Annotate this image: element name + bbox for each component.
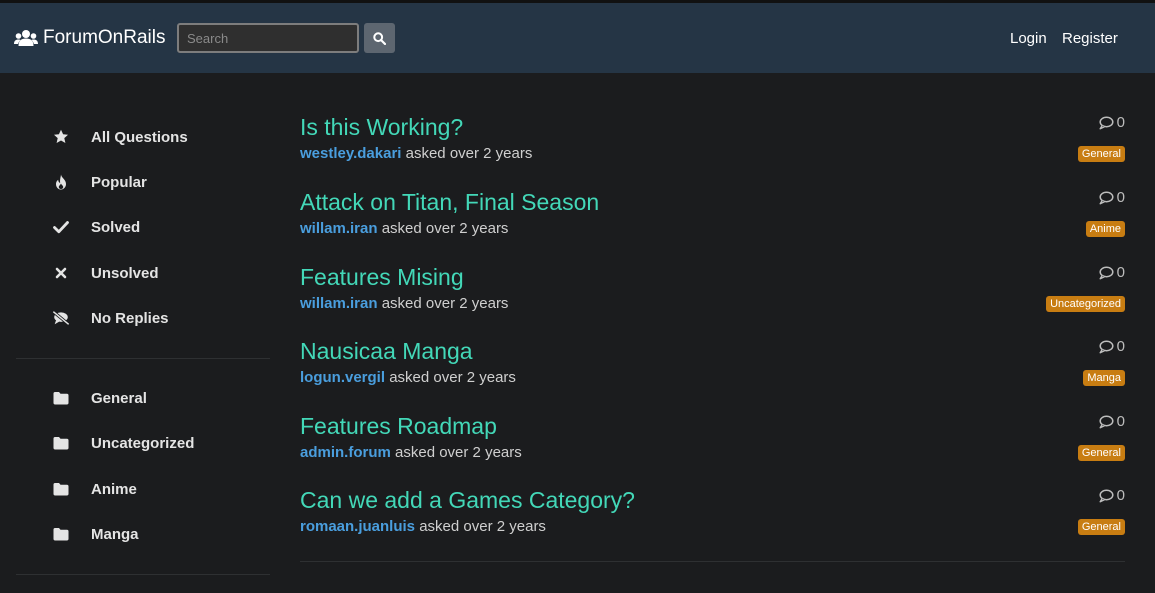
sidebar-divider [16,574,270,575]
sidebar-item-popular[interactable]: Popular [52,172,147,192]
question-meta: logun.vergil asked over 2 years [300,369,516,386]
users-icon [14,30,38,46]
question-title[interactable]: Attack on Titan, Final Season [300,189,599,216]
reply-count-value: 0 [1116,413,1125,430]
question-age: asked over 2 years [419,518,546,535]
comment-slash-icon [52,309,70,327]
sidebar-item-label: Popular [91,173,147,191]
question-title[interactable]: Features Mising [300,264,464,291]
question-meta: westley.dakari asked over 2 years [300,145,532,162]
brand-name: ForumOnRails [43,27,166,48]
reply-count: 0 [1098,114,1125,131]
sidebar-item-label: No Replies [91,309,169,327]
reply-count-value: 0 [1116,338,1125,355]
question-author[interactable]: logun.vergil [300,369,385,386]
comment-icon [1099,340,1114,353]
folder-icon [52,434,70,452]
search-button[interactable] [364,23,395,53]
reply-count-value: 0 [1116,264,1125,281]
check-icon [52,218,70,236]
question-meta: admin.forum asked over 2 years [300,444,522,461]
search-input[interactable] [177,23,359,53]
question-item: Features Roadmap admin.forum asked over … [300,413,1125,473]
sidebar-item-general[interactable]: General [52,388,147,408]
question-age: asked over 2 years [381,220,509,237]
sidebar-item-manga[interactable]: Manga [52,524,139,544]
question-title[interactable]: Can we add a Games Category? [300,487,635,514]
star-icon [52,128,70,146]
times-icon [52,264,70,282]
folder-icon [52,525,70,543]
sidebar-divider [16,358,270,359]
sidebar-item-label: Uncategorized [91,434,195,452]
question-meta: willam.iran asked over 2 years [300,295,508,312]
comment-icon [1099,266,1114,279]
question-item: Nausicaa Manga logun.vergil asked over 2… [300,338,1125,398]
sidebar-item-label: Anime [91,480,137,498]
reply-count: 0 [1098,487,1125,504]
sidebar-item-label: All Questions [91,128,188,146]
search-icon [373,31,386,45]
question-age: asked over 2 years [395,444,522,461]
category-badge[interactable]: General [1077,519,1125,535]
folder-icon [52,389,70,407]
category-badge[interactable]: Anime [1085,221,1125,237]
sidebar-item-anime[interactable]: Anime [52,479,137,499]
question-author[interactable]: willam.iran [300,220,378,237]
fire-icon [52,173,70,191]
sidebar-item-label: General [91,389,147,407]
navbar: ForumOnRails Login Register [0,3,1155,73]
brand[interactable]: ForumOnRails [14,27,165,49]
comment-icon [1099,415,1114,428]
question-author[interactable]: admin.forum [300,444,391,461]
sidebar-item-unsolved[interactable]: Unsolved [52,263,159,283]
reply-count-value: 0 [1116,487,1125,504]
reply-count: 0 [1098,264,1125,281]
question-item: Can we add a Games Category? romaan.juan… [300,487,1125,547]
question-meta: willam.iran asked over 2 years [300,220,508,237]
login-link[interactable]: Login [1010,30,1047,47]
question-title[interactable]: Is this Working? [300,114,463,141]
reply-count: 0 [1098,338,1125,355]
category-badge[interactable]: Manga [1083,370,1125,386]
reply-count: 0 [1098,413,1125,430]
comment-icon [1099,489,1114,502]
category-badge[interactable]: General [1077,445,1125,461]
comment-icon [1099,116,1114,129]
question-author[interactable]: willam.iran [300,295,378,312]
reply-count-value: 0 [1116,189,1125,206]
question-title[interactable]: Nausicaa Manga [300,338,473,365]
list-divider [300,561,1125,562]
question-item: Attack on Titan, Final Season willam.ira… [300,189,1125,249]
comment-icon [1099,191,1114,204]
question-author[interactable]: romaan.juanluis [300,518,415,535]
reply-count-value: 0 [1116,114,1125,131]
sidebar-item-label: Unsolved [91,264,159,282]
question-title[interactable]: Features Roadmap [300,413,497,440]
question-item: Is this Working? westley.dakari asked ov… [300,114,1125,174]
sidebar-item-no-replies[interactable]: No Replies [52,308,169,328]
sidebar-item-all-questions[interactable]: All Questions [52,127,188,147]
category-badge[interactable]: General [1077,146,1125,162]
category-badge[interactable]: Uncategorized [1046,296,1125,312]
register-link[interactable]: Register [1062,30,1118,47]
sidebar-item-label: Solved [91,218,141,236]
folder-icon [52,480,70,498]
reply-count: 0 [1098,189,1125,206]
question-age: asked over 2 years [389,369,516,386]
question-meta: romaan.juanluis asked over 2 years [300,518,546,535]
sidebar-item-solved[interactable]: Solved [52,217,140,237]
question-item: Features Mising willam.iran asked over 2… [300,264,1125,324]
question-author[interactable]: westley.dakari [300,145,401,162]
sidebar-item-uncategorized[interactable]: Uncategorized [52,433,194,453]
question-age: asked over 2 years [381,295,509,312]
sidebar-item-label: Manga [91,525,139,543]
question-age: asked over 2 years [405,145,533,162]
